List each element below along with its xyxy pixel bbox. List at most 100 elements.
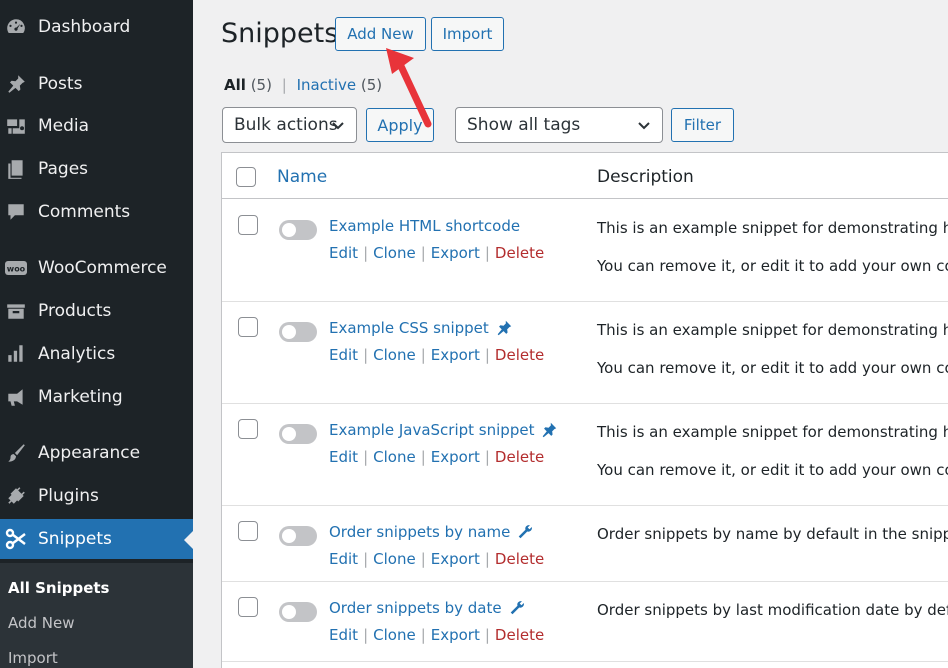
clone-link[interactable]: Clone — [373, 550, 416, 568]
edit-link[interactable]: Edit — [329, 244, 358, 262]
delete-link[interactable]: Delete — [495, 550, 544, 568]
edit-link[interactable]: Edit — [329, 346, 358, 364]
sidebar-item-label: Appearance — [38, 443, 141, 463]
view-inactive-link[interactable]: Inactive — [297, 76, 357, 94]
delete-link[interactable]: Delete — [495, 346, 544, 364]
edit-link[interactable]: Edit — [329, 626, 358, 644]
sidebar-item-posts[interactable]: Posts — [0, 64, 193, 104]
sidebar-item-comments[interactable]: Comments — [0, 192, 193, 232]
activation-toggle[interactable] — [279, 602, 317, 622]
export-link[interactable]: Export — [431, 626, 480, 644]
sidebar-item-label: Analytics — [38, 344, 116, 364]
edit-link[interactable]: Edit — [329, 448, 358, 466]
chevron-down-icon — [638, 122, 650, 130]
activation-toggle[interactable] — [279, 322, 317, 342]
scissors-icon — [4, 527, 28, 551]
sidebar-item-label: Comments — [38, 202, 131, 222]
snippet-name-link[interactable]: Example JavaScript snippet — [329, 421, 558, 439]
row-checkbox[interactable] — [238, 521, 258, 541]
sidebar-item-label: Dashboard — [38, 17, 131, 37]
sidebar-item-analytics[interactable]: Analytics — [0, 334, 193, 374]
submenu-add-new[interactable]: Add New — [8, 614, 75, 632]
sidebar-item-pages[interactable]: Pages — [0, 149, 193, 189]
row-checkbox[interactable] — [238, 419, 258, 439]
page-title: Snippets — [221, 18, 339, 49]
snippet-name-link[interactable]: Example HTML shortcode — [329, 217, 520, 235]
description-text: Order snippets by last modification date… — [597, 601, 948, 619]
snippet-name-link[interactable]: Example CSS snippet — [329, 319, 513, 337]
comments-icon — [4, 200, 28, 224]
sidebar-item-label: Media — [38, 116, 90, 136]
delete-link[interactable]: Delete — [495, 244, 544, 262]
toggle-knob — [282, 605, 296, 619]
clone-link[interactable]: Clone — [373, 346, 416, 364]
sidebar-item-label: Posts — [38, 74, 83, 94]
edit-link[interactable]: Edit — [329, 550, 358, 568]
row-actions: Edit | Clone | Export | Delete — [329, 626, 545, 644]
snippet-name: Example CSS snippet — [329, 319, 489, 337]
admin-sidebar: Dashboard Posts Media Pages Comments woo… — [0, 0, 193, 668]
export-link[interactable]: Export — [431, 448, 480, 466]
snippets-table: Name Description Example HTML shortcode … — [221, 152, 948, 668]
description-text: You can remove it, or edit it to add you… — [597, 257, 948, 275]
description-text: This is an example snippet for demonstra… — [597, 219, 948, 237]
row-actions: Edit | Clone | Export | Delete — [329, 550, 545, 568]
sidebar-item-products[interactable]: Products — [0, 291, 193, 331]
bulk-actions-select[interactable]: Bulk actions — [222, 107, 357, 143]
active-menu-arrow — [184, 531, 193, 549]
analytics-icon — [4, 342, 28, 366]
sidebar-item-dashboard[interactable]: Dashboard — [0, 7, 193, 47]
clone-link[interactable]: Clone — [373, 626, 416, 644]
export-link[interactable]: Export — [431, 244, 480, 262]
sidebar-item-label: Pages — [38, 159, 89, 179]
activation-toggle[interactable] — [279, 220, 317, 240]
sidebar-item-woocommerce[interactable]: woo WooCommerce — [0, 248, 193, 288]
export-link[interactable]: Export — [431, 550, 480, 568]
toggle-knob — [282, 529, 296, 543]
dashboard-icon — [4, 15, 28, 39]
wrench-icon — [519, 525, 533, 539]
sidebar-item-marketing[interactable]: Marketing — [0, 377, 193, 417]
table-row: Order snippets by name Edit | Clone | Export… — [222, 506, 948, 582]
media-icon — [4, 114, 28, 138]
view-separator: | — [281, 76, 287, 94]
sidebar-item-snippets[interactable]: Snippets — [0, 519, 193, 559]
sidebar-item-appearance[interactable]: Appearance — [0, 433, 193, 473]
clone-link[interactable]: Clone — [373, 448, 416, 466]
description-text: You can remove it, or edit it to add you… — [597, 359, 948, 377]
snippet-name-link[interactable]: Order snippets by date — [329, 599, 526, 617]
row-checkbox[interactable] — [238, 215, 258, 235]
sidebar-item-media[interactable]: Media — [0, 106, 193, 146]
view-all-link[interactable]: All — [224, 76, 246, 94]
snippet-name-link[interactable]: Order snippets by name — [329, 523, 534, 541]
snippet-name: Example JavaScript snippet — [329, 421, 535, 439]
row-checkbox[interactable] — [238, 597, 258, 617]
megaphone-icon — [4, 385, 28, 409]
delete-link[interactable]: Delete — [495, 448, 544, 466]
filter-button[interactable]: Filter — [671, 108, 734, 142]
pin-icon — [497, 320, 511, 336]
tags-filter-select[interactable]: Show all tags — [455, 107, 663, 143]
snippet-name: Order snippets by date — [329, 599, 502, 617]
row-checkbox[interactable] — [238, 317, 258, 337]
select-all-checkbox[interactable] — [236, 167, 256, 187]
products-icon — [4, 299, 28, 323]
woo-icon: woo — [4, 256, 28, 280]
brush-icon — [4, 441, 28, 465]
tags-filter-value: Show all tags — [467, 115, 581, 135]
activation-toggle[interactable] — [279, 424, 317, 444]
column-header-name[interactable]: Name — [277, 167, 327, 187]
submenu-all-snippets[interactable]: All Snippets — [8, 579, 109, 597]
export-link[interactable]: Export — [431, 346, 480, 364]
sidebar-item-plugins[interactable]: Plugins — [0, 476, 193, 516]
snippet-name: Example HTML shortcode — [329, 217, 521, 235]
chevron-down-icon — [332, 122, 344, 130]
submenu-import[interactable]: Import — [8, 649, 58, 667]
delete-link[interactable]: Delete — [495, 626, 544, 644]
table-row: Example CSS snippet Edit | Clone | Export | De… — [222, 302, 948, 404]
plug-icon — [4, 484, 28, 508]
toggle-knob — [282, 223, 296, 237]
view-all-count: (5) — [250, 76, 272, 94]
activation-toggle[interactable] — [279, 526, 317, 546]
clone-link[interactable]: Clone — [373, 244, 416, 262]
